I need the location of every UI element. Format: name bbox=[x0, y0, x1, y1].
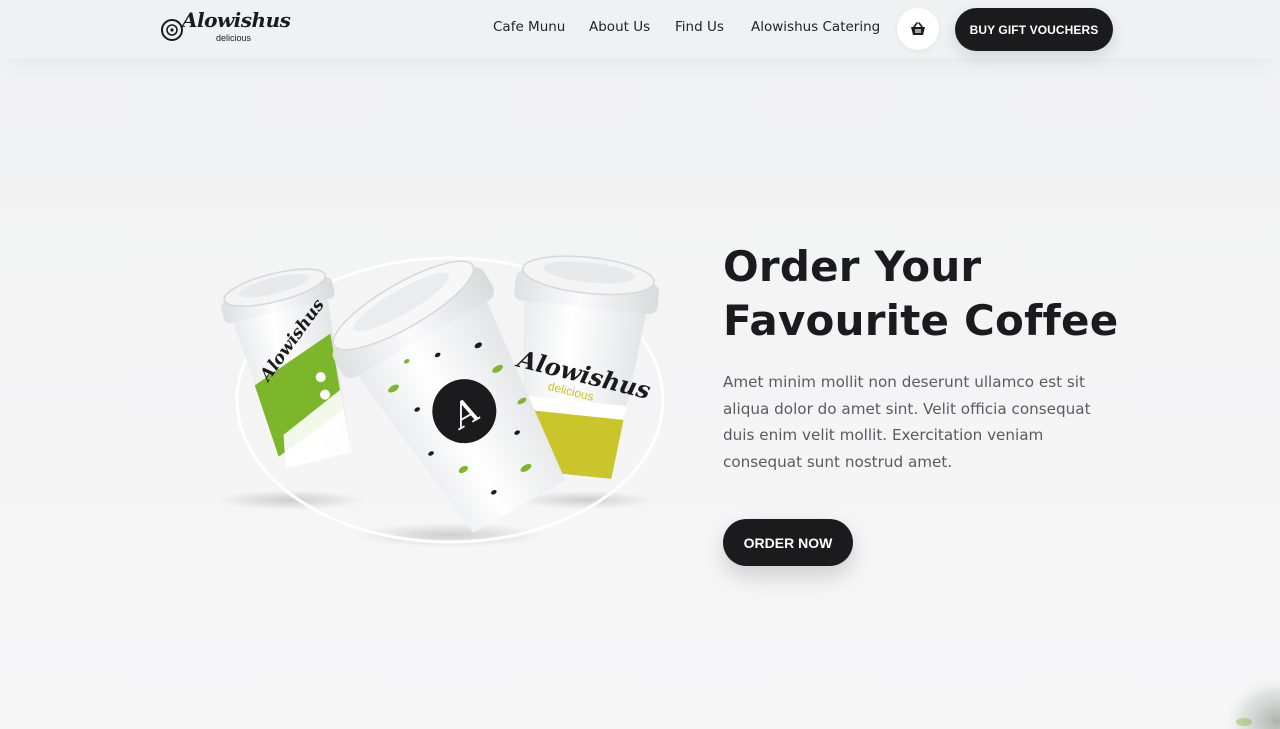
nav-link-cafe-menu[interactable]: Cafe Munu bbox=[493, 19, 565, 35]
buy-gift-vouchers-button[interactable]: BUY GIFT VOUCHERS bbox=[955, 8, 1113, 51]
brand-tagline: delicious bbox=[216, 33, 252, 43]
logo-swirl-icon bbox=[161, 19, 183, 41]
coffee-cups-illustration: Alowishus Alowishus delicious A bbox=[215, 255, 665, 547]
hero-title-line-1: Order Your bbox=[723, 242, 982, 291]
site-header: Alowishus delicious Cafe Munu About Us F… bbox=[0, 0, 1280, 58]
basket-icon bbox=[911, 22, 925, 35]
order-now-button[interactable]: ORDER NOW bbox=[723, 519, 853, 566]
nav-link-find-us[interactable]: Find Us bbox=[675, 19, 724, 35]
brand-logo[interactable]: Alowishus delicious bbox=[160, 6, 291, 50]
decorative-leaf-icon bbox=[1210, 665, 1280, 729]
hero-title: Order Your Favourite Coffee bbox=[723, 240, 1143, 348]
nav-link-catering[interactable]: Alowishus Catering bbox=[751, 19, 880, 35]
cart-button[interactable] bbox=[897, 8, 939, 50]
hero-title-line-2: Favourite Coffee bbox=[723, 296, 1119, 345]
nav-link-about-us[interactable]: About Us bbox=[589, 19, 650, 35]
hero-description: Amet minim mollit non deserunt ullamco e… bbox=[723, 373, 1091, 471]
brand-name: Alowishus bbox=[182, 8, 291, 32]
